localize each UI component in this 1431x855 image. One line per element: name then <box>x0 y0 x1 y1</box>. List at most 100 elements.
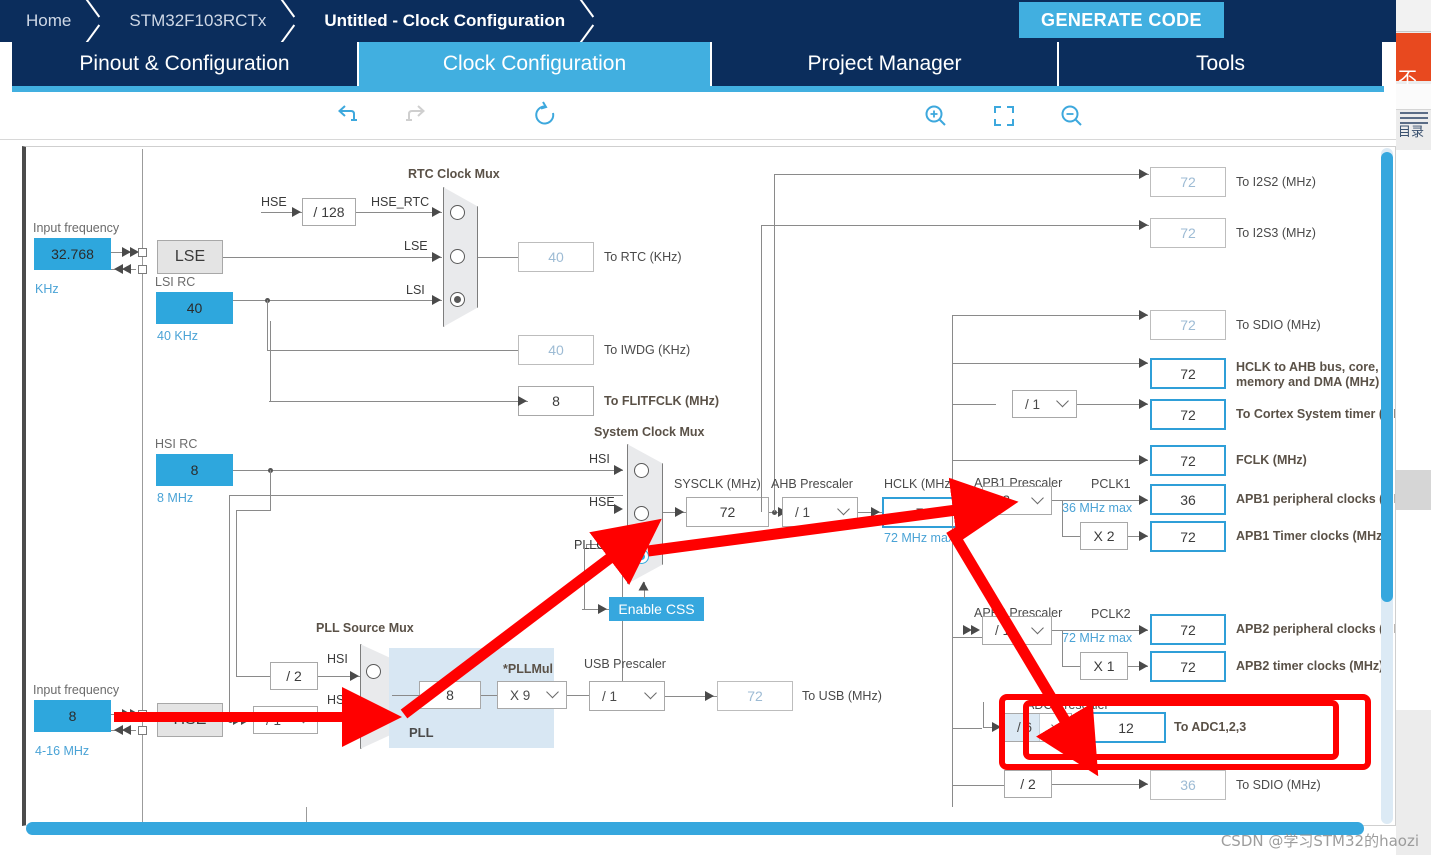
apb1-timer-clocks-label: APB1 Timer clocks (MHz) <box>1236 529 1387 543</box>
lsi-value[interactable]: 40 <box>156 292 233 324</box>
ahb-prescaler-label: AHB Prescaler <box>771 477 853 491</box>
system-mux-input-label-hsi: HSI <box>589 452 610 466</box>
hsi-div2-block: / 2 <box>270 662 318 690</box>
system-mux-radio-pllclk[interactable] <box>634 549 649 564</box>
to-cortex-systimer-value: 72 <box>1150 399 1226 430</box>
cortex-systick-prescaler-value: / 1 <box>1025 396 1041 412</box>
arrow-icon <box>122 725 131 735</box>
apb1-peripheral-clocks-value: 36 <box>1150 484 1226 515</box>
pll-mux-radio-hsi[interactable] <box>366 664 381 679</box>
arrow-icon <box>1139 531 1148 541</box>
adc-output-value: 12 <box>1086 712 1166 743</box>
breadcrumb-separator-icon <box>81 0 107 42</box>
pll-source-mux[interactable] <box>360 644 392 749</box>
clock-toolbar: Resolve Clock Issues <box>0 92 1396 229</box>
hse-rtc-divider: / 128 <box>302 198 356 226</box>
wire <box>761 225 762 512</box>
wire <box>1062 630 1063 666</box>
reset-icon[interactable] <box>530 100 562 132</box>
hse-input-frequency-value[interactable]: 8 <box>34 700 111 732</box>
zoom-out-icon[interactable] <box>1056 100 1088 132</box>
wire <box>1062 500 1063 536</box>
to-i2s2-value: 72 <box>1150 167 1226 197</box>
undo-icon[interactable] <box>332 100 364 132</box>
hse-oscillator-block[interactable]: HSE <box>157 703 223 737</box>
hse-divider-select[interactable]: / 1 <box>253 706 318 734</box>
lse-unit-label: KHz <box>35 282 59 296</box>
wire <box>1068 404 1148 405</box>
arrow-icon <box>971 625 980 635</box>
ahb-prescaler-select[interactable]: / 1 <box>782 497 858 527</box>
ahb-prescaler-value: / 1 <box>795 504 811 520</box>
rtc-mux-radio-lsi[interactable] <box>450 292 465 307</box>
chevron-down-icon <box>1056 394 1069 408</box>
hsi-value[interactable]: 8 <box>156 454 233 486</box>
zoom-in-icon[interactable] <box>920 100 952 132</box>
breadcrumb-item-mcu[interactable]: STM32F103RCTx <box>107 0 276 42</box>
chevron-down-icon <box>1031 621 1044 634</box>
generate-code-button[interactable]: GENERATE CODE <box>1019 2 1224 38</box>
apb2-max-note: 72 MHz max <box>1062 631 1133 645</box>
arrow-icon <box>432 252 441 262</box>
adc-prescaler-label: ADC Prescaler <box>1026 698 1109 712</box>
arrow-icon <box>1139 358 1148 368</box>
lse-input-frequency-value[interactable]: 32.768 <box>34 238 111 270</box>
sdio-bottom-value: 36 <box>1150 770 1226 800</box>
lse-oscillator-block[interactable]: LSE <box>157 240 223 274</box>
apb1-prescaler-value: / 2 <box>995 493 1011 508</box>
to-sdio-label: To SDIO (MHz) <box>1236 318 1321 332</box>
fit-to-screen-icon[interactable] <box>988 100 1020 132</box>
wire <box>1052 784 1148 785</box>
background-window: 不 目录 <box>1395 0 1431 855</box>
apb2-peripheral-clocks-label: APB2 peripheral clocks (MHz) <box>1236 622 1396 636</box>
apb1-prescaler-select[interactable]: / 2 <box>982 486 1052 515</box>
wire <box>229 495 623 496</box>
pll-input-value: 8 <box>419 681 481 709</box>
hclk-to-ahb-label: HCLK to AHB bus, core, <box>1236 360 1379 374</box>
pll-mux-radio-hse[interactable] <box>366 704 381 719</box>
clock-diagram-canvas[interactable]: Input frequency 32.768 KHz LSE LSI RC 40… <box>22 146 1396 826</box>
arrow-icon <box>292 207 301 217</box>
rtc-mux-radio-lse[interactable] <box>450 249 465 264</box>
rtc-mux-radio-hse-rtc[interactable] <box>450 205 465 220</box>
junction-dot <box>967 510 972 515</box>
pllmul-select[interactable]: X 9 <box>497 681 567 709</box>
breadcrumb-item-current[interactable]: Untitled - Clock Configuration <box>302 0 575 42</box>
horizontal-scrollbar-thumb[interactable] <box>26 822 1364 835</box>
arrow-icon <box>432 207 441 217</box>
hse-rtc-signal-label: HSE_RTC <box>371 195 430 209</box>
hclk-max-note: 72 MHz max <box>884 531 955 545</box>
system-mux-radio-hsi[interactable] <box>634 463 649 478</box>
tab-pinout-configuration[interactable]: Pinout & Configuration <box>12 42 359 86</box>
enable-css-button[interactable]: Enable CSS <box>609 597 704 621</box>
tab-clock-configuration[interactable]: Clock Configuration <box>359 42 712 86</box>
apb2-timer-clocks-value: 72 <box>1150 651 1226 682</box>
wire <box>267 300 268 350</box>
arrow-icon <box>350 671 359 681</box>
cortex-systick-prescaler-select[interactable]: / 1 <box>1012 390 1077 418</box>
pclk2-label: PCLK2 <box>1091 607 1131 621</box>
tab-tools[interactable]: Tools <box>1059 42 1384 86</box>
arrow-icon <box>1139 661 1148 671</box>
arrow-icon <box>241 715 250 725</box>
lsi-unit-label: 40 KHz <box>157 329 198 343</box>
system-mux-radio-hse[interactable] <box>634 506 649 521</box>
tab-project-manager[interactable]: Project Manager <box>712 42 1059 86</box>
main-tab-bar: Pinout & Configuration Clock Configurati… <box>0 42 1396 92</box>
usb-prescaler-value: / 1 <box>602 688 618 704</box>
wire <box>223 257 442 258</box>
wire <box>584 547 585 609</box>
chevron-down-icon <box>644 686 657 700</box>
to-rtc-label: To RTC (KHz) <box>604 250 682 264</box>
arrow-icon <box>432 295 441 305</box>
chevron-down-icon <box>546 685 559 699</box>
lse-out-terminal <box>138 265 147 274</box>
usb-prescaler-select[interactable]: / 1 <box>589 681 665 711</box>
adc-prescaler-select[interactable]: / 6 <box>1004 713 1072 742</box>
vertical-scrollbar-thumb[interactable] <box>1381 152 1393 602</box>
hse-out-terminal <box>138 726 147 735</box>
apb2-prescaler-select[interactable]: / 1 <box>982 616 1052 645</box>
breadcrumb-item-home[interactable]: Home <box>0 0 81 42</box>
hclk-to-ahb-label-line2: memory and DMA (MHz) <box>1236 375 1380 389</box>
to-i2s3-label: To I2S3 (MHz) <box>1236 226 1316 240</box>
